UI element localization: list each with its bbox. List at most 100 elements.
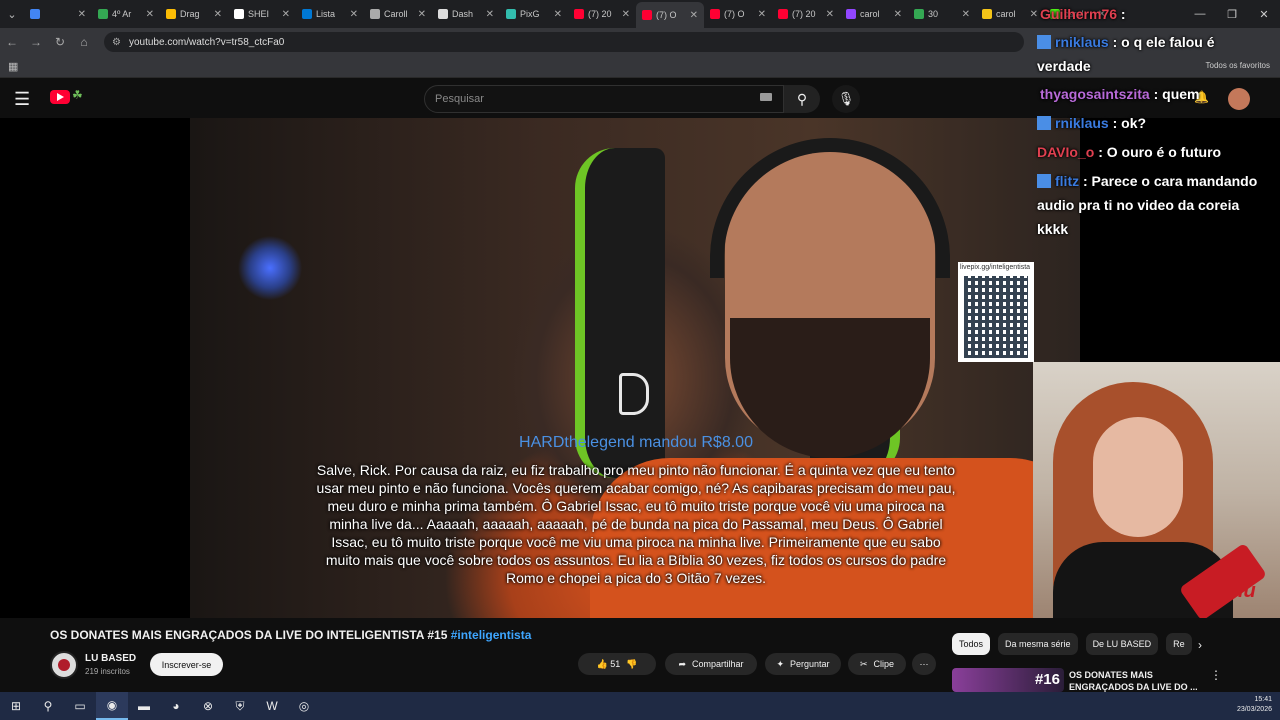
clock[interactable]: 15:41 23/03/2026 [1237, 695, 1272, 715]
tab-close-icon[interactable]: ✕ [486, 9, 494, 20]
tab-close-icon[interactable]: ✕ [894, 9, 902, 20]
site-info-icon[interactable]: ⚙ [112, 37, 121, 48]
clip-label: Clipe [873, 659, 895, 669]
search-button[interactable]: ⚲ [784, 85, 820, 113]
tab-label: Lista [316, 9, 336, 19]
browser-tab[interactable]: (7) 20 ✕ [772, 0, 840, 28]
tab-close-icon[interactable]: ✕ [350, 9, 358, 20]
tab-close-icon[interactable]: ✕ [214, 9, 222, 20]
browser-tab[interactable]: PixG ✕ [500, 0, 568, 28]
tab-close-icon[interactable]: ✕ [758, 9, 766, 20]
obs-icon[interactable]: ◎ [288, 692, 320, 720]
tab-close-icon[interactable]: ✕ [690, 10, 698, 21]
tab-label: carol [860, 9, 880, 19]
chat-username: Guilherm76 [1040, 6, 1118, 22]
tab-label: Drag [180, 9, 200, 19]
tab-list: ✕ 4º Ar ✕ Drag ✕ SHEI ✕ Lista ✕ Caroll ✕ Dash ✕ PixG ✕… [24, 0, 1112, 28]
more-actions-button[interactable]: ⋯ [912, 653, 936, 675]
keyboard-icon[interactable] [760, 93, 772, 101]
share-button[interactable]: ➦ Compartilhar [665, 653, 757, 675]
discord-icon[interactable]: ◕ [160, 692, 192, 720]
browser-tab[interactable]: carol ✕ [840, 0, 908, 28]
tab-label: (7) 20 [588, 9, 612, 19]
chat-message: kkkk [1037, 221, 1068, 237]
channel-name[interactable]: LU BASED [85, 653, 136, 664]
reload-icon[interactable]: ↻ [48, 28, 72, 56]
hashtag-link[interactable]: #inteligentista [451, 628, 532, 642]
home-icon[interactable]: ⌂ [72, 28, 96, 56]
tab-close-icon[interactable]: ✕ [418, 9, 426, 20]
search-icon[interactable]: ⚲ [32, 692, 64, 720]
chat-badge-icon [1037, 35, 1051, 49]
filter-chip[interactable]: De LU BASED [1085, 633, 1159, 655]
browser-tab[interactable]: 30 ✕ [908, 0, 976, 28]
taskbar: ⊞ ⚲ ▭ ◉ ▬ ◕ ⊗ ⛨ W ◎ 15:41 23/03/2026 [0, 692, 1280, 720]
browser-tab[interactable]: Lista ✕ [296, 0, 364, 28]
chrome-icon[interactable]: ◉ [96, 692, 128, 720]
apps-grid-icon[interactable]: ▦ [8, 60, 18, 73]
chat-username: rniklaus [1055, 34, 1109, 50]
chevron-right-icon[interactable]: › [1198, 638, 1202, 652]
tab-close-icon[interactable]: ✕ [622, 9, 630, 20]
search-input[interactable]: Pesquisar [424, 85, 784, 113]
forward-icon[interactable]: → [24, 28, 48, 56]
tab-search-icon[interactable]: ⌄ [0, 0, 24, 28]
recommended-more-icon[interactable]: ⋮ [1210, 668, 1222, 682]
sparkle-icon: ✦ [776, 658, 784, 669]
more-icon: ⋯ [919, 658, 929, 669]
tab-close-icon[interactable]: ✕ [962, 9, 970, 20]
tab-close-icon[interactable]: ✕ [826, 9, 834, 20]
ask-button[interactable]: ✦ Perguntar [765, 653, 841, 675]
dislike-icon[interactable]: 👎 [626, 659, 637, 670]
url-field[interactable]: ⚙ youtube.com/watch?v=tr58_ctcFa0 [104, 32, 1024, 52]
tab-close-icon[interactable]: ✕ [1030, 9, 1038, 20]
close-window-icon[interactable]: ✕ [1248, 0, 1280, 28]
filter-chip[interactable]: Re [1166, 633, 1192, 655]
tab-close-icon[interactable]: ✕ [78, 9, 86, 20]
chat-text: : quem [1153, 86, 1200, 102]
browser-tab[interactable]: SHEI ✕ [228, 0, 296, 28]
clip-button[interactable]: ✂ Clipe [848, 653, 906, 675]
file-explorer-icon[interactable]: ▬ [128, 692, 160, 720]
defender-icon[interactable]: ⛨ [224, 692, 256, 720]
video-player[interactable]: HARDthelegend mandou R$8.00 Salve, Rick.… [0, 118, 1280, 618]
windows-start-icon[interactable]: ⊞ [0, 692, 32, 720]
share-icon: ➦ [678, 658, 686, 669]
task-view-icon[interactable]: ▭ [64, 692, 96, 720]
chat-text: audio pra ti no video da coreia [1037, 197, 1240, 213]
tab-label: PixG [520, 9, 540, 19]
tab-close-icon[interactable]: ✕ [146, 9, 154, 20]
clock-time: 15:41 [1254, 696, 1272, 703]
search-placeholder: Pesquisar [435, 93, 484, 105]
xbox-icon[interactable]: ⊗ [192, 692, 224, 720]
tab-close-icon[interactable]: ✕ [554, 9, 562, 20]
chat-message: rniklaus : ok? [1037, 115, 1146, 131]
filter-chip[interactable]: Da mesma série [998, 633, 1078, 655]
minimize-icon[interactable]: — [1184, 0, 1216, 28]
channel-avatar[interactable] [50, 651, 78, 679]
browser-tab[interactable]: (7) O ✕ [704, 0, 772, 28]
menu-icon[interactable]: ☰ [14, 89, 30, 110]
browser-tab[interactable]: Caroll ✕ [364, 0, 432, 28]
tab-close-icon[interactable]: ✕ [282, 9, 290, 20]
browser-tab[interactable]: Dash ✕ [432, 0, 500, 28]
browser-tab[interactable]: (7) 20 ✕ [568, 0, 636, 28]
filter-chip[interactable]: Todos [952, 633, 991, 655]
browser-tab[interactable]: ✕ [24, 0, 92, 28]
recommended-title[interactable]: OS DONATES MAIS ENGRAÇADOS DA LIVE DO ..… [1069, 669, 1199, 693]
subscribe-button[interactable]: Inscrever-se [150, 653, 223, 676]
user-avatar[interactable] [1228, 88, 1250, 110]
word-icon[interactable]: W [256, 692, 288, 720]
voice-search-button[interactable]: 🎙 [832, 85, 860, 113]
browser-tab[interactable]: (7) O ✕ [636, 2, 704, 28]
maximize-icon[interactable]: ❐ [1216, 0, 1248, 28]
all-bookmarks[interactable]: Todos os favoritos [1206, 61, 1270, 70]
chat-username: DAVIo_o [1037, 144, 1095, 160]
like-button[interactable]: 👍 51 [597, 659, 621, 670]
browser-tab[interactable]: Drag ✕ [160, 0, 228, 28]
youtube-logo[interactable] [50, 90, 70, 104]
browser-tab[interactable]: carol ✕ [976, 0, 1044, 28]
browser-tab[interactable]: 4º Ar ✕ [92, 0, 160, 28]
recommended-thumbnail[interactable]: #16 [952, 668, 1064, 692]
back-icon[interactable]: ← [0, 28, 24, 56]
